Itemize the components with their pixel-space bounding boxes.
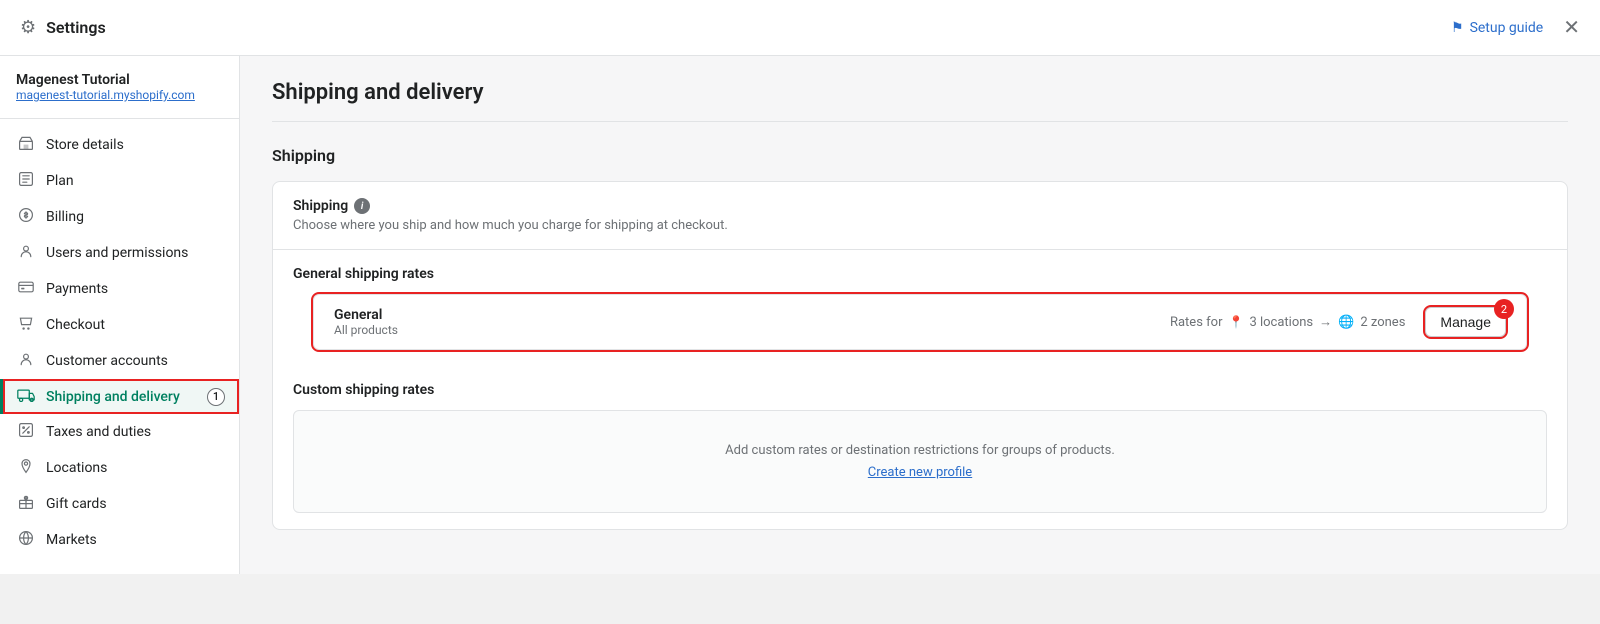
customer-accounts-icon [16, 351, 36, 371]
gift-cards-icon [16, 494, 36, 514]
gear-icon: ⚙ [20, 17, 36, 38]
settings-header-right: ⚑ Setup guide ✕ [1451, 18, 1580, 38]
rate-name: General [334, 307, 1150, 323]
sidebar-item-label-markets: Markets [46, 532, 97, 548]
markets-icon [16, 530, 36, 550]
sidebar-item-label-gift-cards: Gift cards [46, 496, 107, 512]
setup-guide-link[interactable]: ⚑ Setup guide [1451, 20, 1543, 36]
settings-sidebar: Magenest Tutorial magenest-tutorial.mysh… [0, 56, 240, 574]
info-icon: i [354, 198, 370, 214]
page-title: Shipping and delivery [272, 80, 1568, 122]
globe-icon: 🌐 [1338, 315, 1354, 330]
sidebar-item-customer-accounts[interactable]: Customer accounts [0, 343, 239, 379]
shipping-info-title: Shipping i [293, 198, 1547, 214]
general-rates-section: General shipping rates General All produ… [273, 250, 1567, 382]
rate-products: All products [334, 323, 1150, 337]
rate-row-container: General All products Rates for 📍 3 locat… [273, 294, 1567, 382]
rate-row: General All products Rates for 📍 3 locat… [313, 294, 1527, 350]
shipping-section-title: Shipping [272, 146, 1568, 165]
rate-info: General All products [334, 307, 1150, 337]
rates-for-label: Rates for [1170, 315, 1223, 330]
custom-rates-section: Custom shipping rates Add custom rates o… [273, 382, 1567, 529]
location-pin-icon: 📍 [1228, 315, 1243, 329]
custom-rates-placeholder-text: Add custom rates or destination restrict… [314, 443, 1526, 458]
payments-icon [16, 279, 36, 299]
sidebar-item-checkout[interactable]: Checkout [0, 307, 239, 343]
manage-badge: 2 [1494, 299, 1514, 319]
shipping-icon [16, 387, 36, 406]
billing-icon [16, 207, 36, 227]
taxes-icon [16, 422, 36, 442]
sidebar-store-name: Magenest Tutorial [16, 72, 223, 88]
settings-main: Shipping and delivery Shipping Shipping … [240, 56, 1600, 574]
custom-rates-placeholder: Add custom rates or destination restrict… [293, 410, 1547, 513]
sidebar-item-label-users: Users and permissions [46, 245, 188, 261]
sidebar-item-users-permissions[interactable]: Users and permissions [0, 235, 239, 271]
settings-header: ⚙ Settings ⚑ Setup guide ✕ [0, 0, 1600, 56]
sidebar-item-gift-cards[interactable]: Gift cards [0, 486, 239, 522]
sidebar-item-shipping-delivery[interactable]: Shipping and delivery 1 [0, 379, 239, 414]
arrow-right-icon: → [1319, 314, 1332, 330]
sidebar-item-label-checkout: Checkout [46, 317, 105, 333]
shipping-info-desc: Choose where you ship and how much you c… [293, 218, 1547, 233]
plan-icon [16, 171, 36, 191]
close-button[interactable]: ✕ [1563, 18, 1580, 38]
sidebar-item-label-locations: Locations [46, 460, 107, 476]
sidebar-item-label-taxes: Taxes and duties [46, 424, 151, 440]
sidebar-item-billing[interactable]: Billing [0, 199, 239, 235]
users-icon [16, 243, 36, 263]
sidebar-item-label-plan: Plan [46, 173, 74, 189]
locations-count: 3 locations [1249, 315, 1313, 330]
sidebar-store-url[interactable]: magenest-tutorial.myshopify.com [16, 88, 223, 102]
locations-icon [16, 458, 36, 478]
shipping-badge: 1 [207, 388, 225, 406]
sidebar-item-label-store-details: Store details [46, 137, 124, 153]
sidebar-item-label-shipping: Shipping and delivery [46, 389, 180, 405]
custom-rates-title: Custom shipping rates [293, 382, 1547, 398]
sidebar-item-markets[interactable]: Markets [0, 522, 239, 558]
sidebar-item-payments[interactable]: Payments [0, 271, 239, 307]
settings-title: Settings [46, 18, 106, 37]
zones-count: 2 zones [1360, 315, 1405, 330]
sidebar-item-plan[interactable]: Plan [0, 163, 239, 199]
store-details-icon [16, 135, 36, 155]
flag-icon: ⚑ [1451, 20, 1464, 36]
sidebar-item-label-payments: Payments [46, 281, 108, 297]
shipping-info-section: Shipping i Choose where you ship and how… [273, 182, 1567, 250]
manage-btn-container: Manage 2 [1425, 307, 1506, 337]
checkout-icon [16, 315, 36, 335]
sidebar-item-store-details[interactable]: Store details [0, 127, 239, 163]
sidebar-item-label-customer-accounts: Customer accounts [46, 353, 168, 369]
setup-guide-label: Setup guide [1470, 20, 1544, 36]
settings-body: Magenest Tutorial magenest-tutorial.mysh… [0, 56, 1600, 574]
general-rates-title: General shipping rates [273, 250, 1567, 294]
settings-title-area: ⚙ Settings [20, 17, 106, 38]
rate-locations: Rates for 📍 3 locations → 🌐 2 zones [1170, 314, 1405, 330]
settings-window: ⚙ Settings ⚑ Setup guide ✕ Magenest Tuto… [0, 0, 1600, 574]
sidebar-store-info: Magenest Tutorial magenest-tutorial.mysh… [0, 72, 239, 119]
sidebar-item-locations[interactable]: Locations [0, 450, 239, 486]
sidebar-item-taxes-duties[interactable]: Taxes and duties [0, 414, 239, 450]
shipping-card: Shipping i Choose where you ship and how… [272, 181, 1568, 530]
sidebar-item-label-billing: Billing [46, 209, 84, 225]
create-new-profile-link[interactable]: Create new profile [868, 465, 972, 480]
